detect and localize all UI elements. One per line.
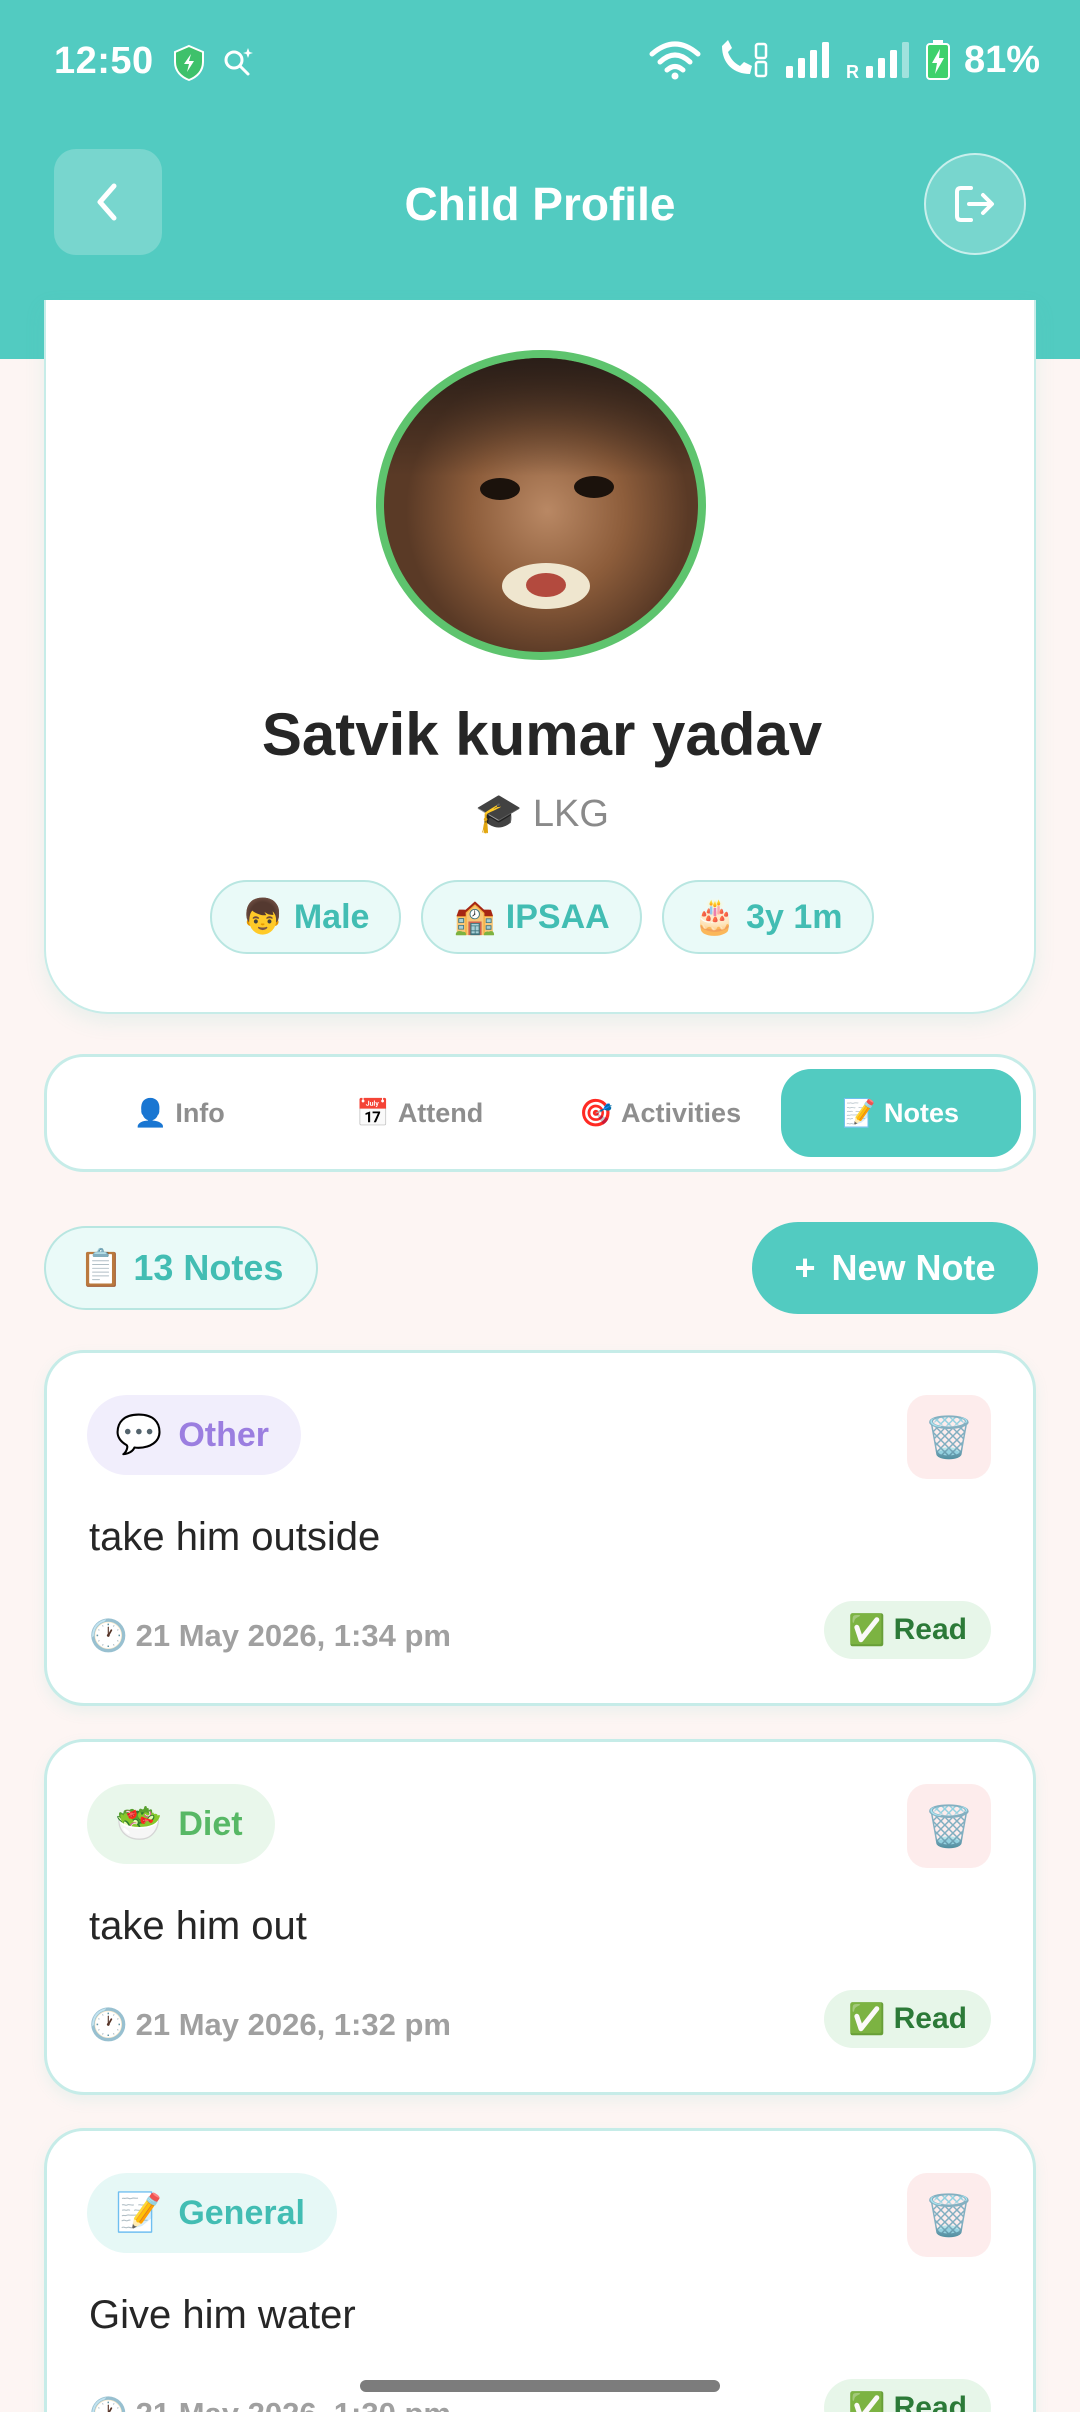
note-status-label: Read xyxy=(893,1613,967,1646)
profile-chips: 👦 Male 🏫 IPSAA 🎂 3y 1m xyxy=(46,880,1038,954)
salad-icon: 🥗 xyxy=(115,1803,163,1845)
delete-note-button[interactable]: 🗑️ xyxy=(907,1395,991,1479)
note-read-badge: ✅ Read xyxy=(824,2379,991,2412)
tab-label: Notes xyxy=(884,1097,960,1128)
plus-icon: + xyxy=(794,1247,816,1288)
note-status-label: Read xyxy=(893,2002,967,2035)
wifi-call-icon xyxy=(721,40,768,78)
profile-card: Satvik kumar yadav 🎓 LKG 👦 Male 🏫 IPSAA … xyxy=(44,300,1036,1014)
note-category-tag: 💬 Other xyxy=(87,1395,302,1475)
battery-percentage: 81% xyxy=(963,38,1040,81)
clock-icon: 🕐 xyxy=(89,1618,128,1653)
tab-label: Activities xyxy=(621,1097,742,1128)
status-bar: 12:50 R 81% xyxy=(0,0,1080,125)
logout-icon xyxy=(955,186,994,222)
note-card[interactable]: 💬 Other 🗑️ take him outside 🕐 21 May 202… xyxy=(44,1350,1036,1706)
notes-count-badge: 📋 13 Notes xyxy=(44,1226,318,1310)
page-title: Child Profile xyxy=(404,178,676,230)
shield-icon xyxy=(174,44,204,82)
note-category-tag: 📝 General xyxy=(87,2173,337,2253)
child-name: Satvik kumar yadav xyxy=(261,701,823,768)
check-icon: ✅ xyxy=(848,1613,886,1647)
trash-icon: 🗑️ xyxy=(924,1415,974,1460)
wifi-icon xyxy=(649,41,701,80)
check-icon: ✅ xyxy=(848,2002,886,2036)
tab-attend[interactable]: 📅 Attend xyxy=(300,1069,541,1157)
note-read-badge: ✅ Read xyxy=(824,1990,991,2048)
note-text: Give him water xyxy=(89,2293,356,2337)
note-category-label: Diet xyxy=(178,1804,243,1843)
tab-label: Attend xyxy=(397,1097,484,1128)
school-chip: 🏫 IPSAA xyxy=(421,880,642,954)
notes-count-label: 13 Notes xyxy=(133,1247,284,1288)
gender-chip: 👦 Male xyxy=(209,880,402,954)
memo-icon: 📝 xyxy=(115,2192,163,2234)
note-card[interactable]: 📝 General 🗑️ Give him water 🕐 21 May 202… xyxy=(44,2128,1036,2412)
note-timestamp: 🕐 21 May 2026, 1:34 pm xyxy=(89,1617,451,1654)
home-indicator[interactable] xyxy=(360,2380,720,2392)
svg-text:R: R xyxy=(846,62,859,80)
gender-label: Male xyxy=(293,897,370,936)
age-label: 3y 1m xyxy=(746,897,843,936)
target-icon: 🎯 xyxy=(579,1098,614,1128)
clipboard-icon: 📋 xyxy=(78,1247,124,1288)
tab-info[interactable]: 👤 Info xyxy=(59,1069,300,1157)
signal-icon xyxy=(785,42,829,78)
note-card[interactable]: 🥗 Diet 🗑️ take him out 🕐 21 May 2026, 1:… xyxy=(44,1739,1036,2095)
profile-tabs: 👤 Info 📅 Attend 🎯 Activities 📝 Notes xyxy=(44,1054,1036,1172)
graduation-cap-icon: 🎓 xyxy=(475,793,523,835)
age-chip: 🎂 3y 1m xyxy=(661,880,875,954)
birthday-cake-icon: 🎂 xyxy=(693,898,737,936)
note-time-label: 21 May 2026, 1:32 pm xyxy=(135,2006,451,2042)
search-sparkle-icon xyxy=(224,48,253,76)
tab-notes[interactable]: 📝 Notes xyxy=(780,1069,1021,1157)
note-text: take him outside xyxy=(89,1515,381,1559)
tab-activities[interactable]: 🎯 Activities xyxy=(540,1069,781,1157)
note-status-label: Read xyxy=(893,2391,967,2412)
note-timestamp: 🕐 21 May 2026, 1:30 pm xyxy=(89,2395,451,2412)
note-text: take him out xyxy=(89,1904,307,1948)
avatar-eye xyxy=(574,476,614,498)
trash-icon: 🗑️ xyxy=(924,1804,974,1849)
clock-icon: 🕐 xyxy=(89,2007,128,2042)
school-label: IPSAA xyxy=(505,897,610,936)
check-icon: ✅ xyxy=(848,2391,886,2412)
note-time-label: 21 May 2026, 1:30 pm xyxy=(136,2396,451,2412)
calendar-icon: 📅 xyxy=(356,1098,390,1128)
new-note-button[interactable]: + New Note xyxy=(752,1222,1038,1314)
delete-note-button[interactable]: 🗑️ xyxy=(907,1784,991,1868)
note-time-label: 21 May 2026, 1:34 pm xyxy=(135,1617,451,1653)
roaming-signal-icon: R xyxy=(846,42,909,80)
child-avatar[interactable] xyxy=(376,350,706,660)
avatar-mouth xyxy=(502,563,590,609)
logout-button[interactable] xyxy=(924,153,1026,255)
memo-icon: 📝 xyxy=(842,1098,877,1128)
note-category-label: Other xyxy=(178,1415,270,1454)
note-timestamp: 🕐 21 May 2026, 1:32 pm xyxy=(89,2006,451,2043)
status-icons: R 81% xyxy=(648,38,1040,82)
class-label: LKG xyxy=(532,793,609,835)
note-category-tag: 🥗 Diet xyxy=(87,1784,275,1864)
child-class: 🎓 LKG xyxy=(46,792,1038,836)
avatar-eye xyxy=(480,478,520,500)
speech-bubble-icon: 💬 xyxy=(115,1414,163,1456)
school-icon: 🏫 xyxy=(453,898,496,936)
delete-note-button[interactable]: 🗑️ xyxy=(907,2173,991,2257)
tab-label: Info xyxy=(175,1097,225,1128)
person-icon: 👤 xyxy=(133,1098,168,1128)
note-category-label: General xyxy=(178,2193,305,2232)
status-time: 12:50 xyxy=(54,40,154,82)
note-read-badge: ✅ Read xyxy=(824,1601,991,1659)
boy-icon: 👦 xyxy=(241,898,284,936)
clock-icon: 🕐 xyxy=(89,2395,128,2412)
trash-icon: 🗑️ xyxy=(924,2193,974,2238)
new-note-label: New Note xyxy=(831,1247,996,1288)
battery-charging-icon xyxy=(925,40,950,80)
